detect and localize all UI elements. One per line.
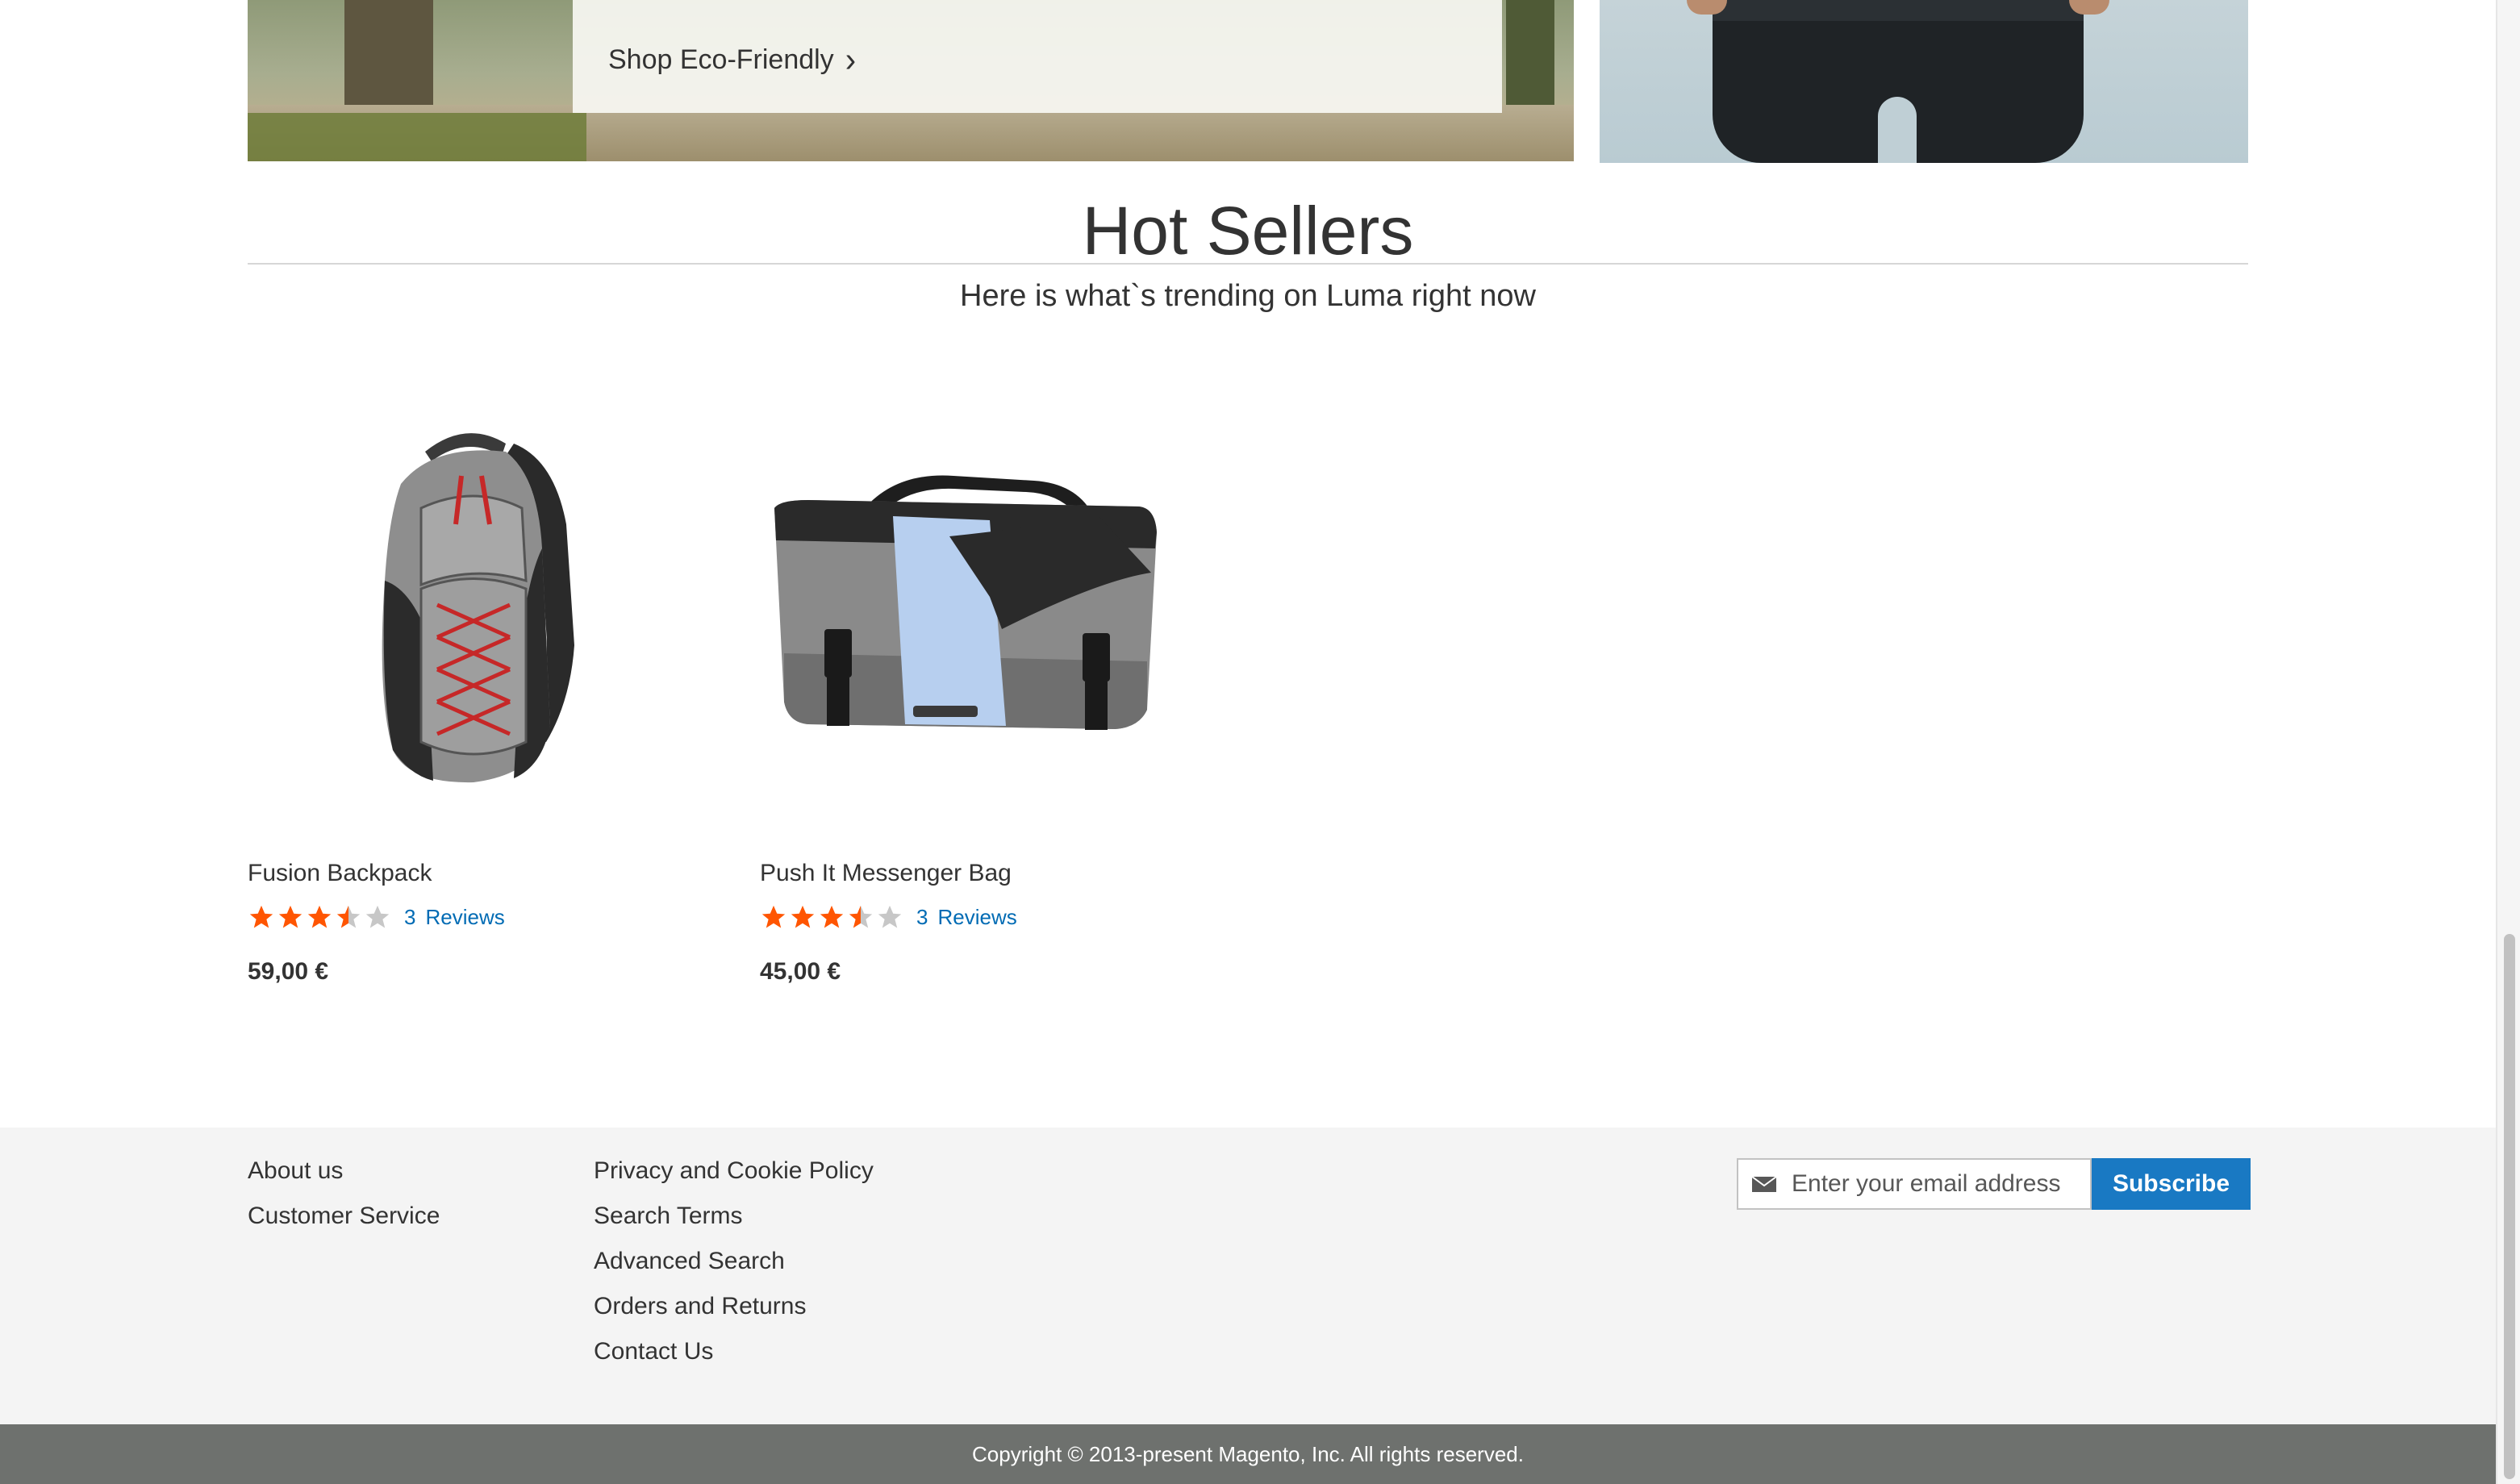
reviews-label: Reviews (937, 904, 1017, 929)
subscribe-button[interactable]: Subscribe (2092, 1158, 2251, 1210)
section-title: Hot Sellers (1082, 193, 1414, 269)
scrollbar-thumb[interactable] (2504, 934, 2515, 1479)
waistband-image (1713, 0, 2084, 21)
footer-link-orders-returns[interactable]: Orders and Returns (594, 1294, 874, 1319)
shop-eco-friendly-link[interactable]: Shop Eco-Friendly › (608, 40, 857, 80)
star-empty-icon (365, 905, 390, 928)
star-icon (249, 905, 273, 928)
star-half-icon (849, 905, 873, 928)
envelope-icon (1751, 1176, 1777, 1192)
footer-link-customer-service[interactable]: Customer Service (248, 1203, 440, 1229)
copyright-text: Copyright © 2013-present Magento, Inc. A… (972, 1442, 1524, 1466)
product-name-link[interactable]: Push It Messenger Bag (760, 860, 1012, 887)
product-card: Fusion Backpack 3 Reviews 59,00 € (248, 387, 699, 985)
star-icon (278, 905, 302, 928)
product-rating: 3 Reviews (760, 903, 1017, 931)
pants-banner[interactable] (1600, 0, 2248, 163)
footer-links-col-1: About us Customer Service (248, 1158, 440, 1229)
star-icon (791, 905, 815, 928)
footer-link-search-terms[interactable]: Search Terms (594, 1203, 874, 1229)
pants-image (1713, 0, 2084, 163)
footer-link-about-us[interactable]: About us (248, 1158, 440, 1184)
footer-link-contact-us[interactable]: Contact Us (594, 1339, 874, 1365)
product-rating: 3 Reviews (248, 903, 505, 931)
reviews-count: 3 (404, 904, 416, 929)
footer-links-col-2: Privacy and Cookie Policy Search Terms A… (594, 1158, 874, 1365)
product-card: Push It Messenger Bag 3 Reviews 45,00 € (760, 387, 1212, 985)
chevron-right-icon: › (845, 40, 857, 80)
eco-friendly-card: Shop Eco-Friendly › (573, 0, 1502, 113)
footer-link-advanced-search[interactable]: Advanced Search (594, 1248, 874, 1274)
section-subtitle: Here is what`s trending on Luma right no… (960, 279, 1536, 313)
star-icon (761, 905, 786, 928)
star-icon (820, 905, 844, 928)
reviews-count: 3 (916, 904, 928, 929)
newsletter-form: Subscribe (1737, 1158, 2251, 1210)
product-image-fusion-backpack[interactable] (248, 387, 699, 823)
reviews-link[interactable]: 3 Reviews (916, 905, 1017, 930)
reviews-label: Reviews (425, 904, 505, 929)
copyright-bar: Copyright © 2013-present Magento, Inc. A… (0, 1424, 2496, 1484)
page-scrollbar[interactable] (2496, 0, 2520, 1484)
footer-link-privacy-policy[interactable]: Privacy and Cookie Policy (594, 1158, 874, 1184)
rating-stars (248, 903, 391, 931)
newsletter-email-input[interactable] (1792, 1170, 2082, 1198)
star-half-icon (336, 905, 361, 928)
product-image-push-it-messenger-bag[interactable] (760, 387, 1212, 823)
page-footer: About us Customer Service Privacy and Co… (0, 1128, 2496, 1424)
product-price: 59,00 € (248, 958, 329, 985)
reviews-link[interactable]: 3 Reviews (404, 905, 505, 930)
star-empty-icon (878, 905, 902, 928)
shop-eco-friendly-label: Shop Eco-Friendly (608, 44, 834, 75)
star-icon (307, 905, 332, 928)
grass-image (248, 113, 586, 161)
eco-friendly-banner[interactable]: Shop Eco-Friendly › (248, 0, 1574, 161)
email-field-wrapper (1737, 1158, 2092, 1210)
rating-stars (760, 903, 903, 931)
product-name-link[interactable]: Fusion Backpack (248, 860, 432, 887)
product-price: 45,00 € (760, 958, 841, 985)
